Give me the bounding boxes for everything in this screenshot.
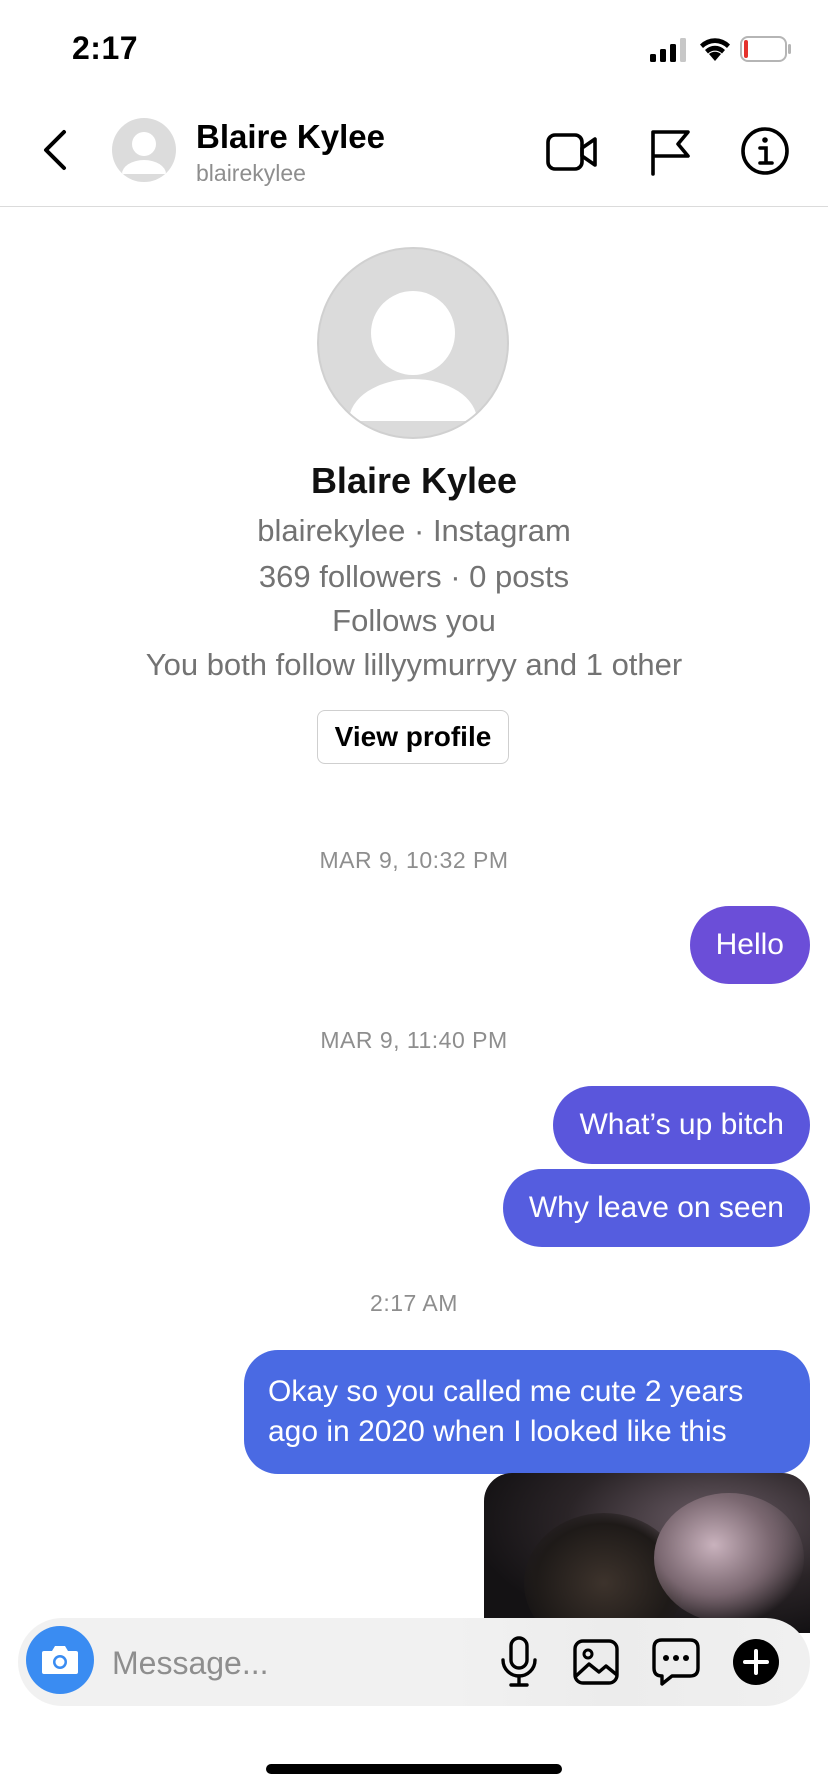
header-avatar[interactable] [112, 118, 176, 182]
profile-stats: 369 followers · 0 posts [258, 559, 570, 594]
sent-message-bubble[interactable]: Hello [689, 906, 810, 984]
sent-photo-message[interactable] [484, 1473, 810, 1633]
sent-message-bubble[interactable]: Okay so you called me cute 2 years ago i… [244, 1350, 810, 1474]
sent-message-bubble[interactable]: What’s up bitch [553, 1086, 810, 1164]
home-indicator[interactable] [266, 1764, 562, 1774]
profile-mutual-followers: You both follow lillyymurryy and 1 other [145, 647, 683, 682]
profile-name: Blaire Kylee [310, 460, 518, 501]
default-avatar-icon [349, 291, 477, 421]
default-avatar-icon [122, 132, 166, 174]
header-contact-username[interactable]: blairekylee [196, 160, 306, 187]
message-timestamp: MAR 9, 10:32 PM [319, 847, 509, 873]
sent-message-bubble[interactable]: Why leave on seen [502, 1169, 810, 1247]
flag-icon[interactable] [648, 128, 692, 176]
back-icon[interactable] [36, 128, 76, 172]
gallery-icon[interactable] [572, 1638, 620, 1686]
plus-icon[interactable] [732, 1638, 780, 1686]
status-bar-time: 2:17 [72, 30, 139, 66]
cellular-signal-icon [650, 38, 686, 62]
info-icon[interactable] [740, 126, 790, 176]
profile-follows-you: Follows you [332, 603, 496, 638]
sticker-icon[interactable] [650, 1636, 702, 1688]
profile-handle: blairekylee · Instagram [257, 513, 571, 548]
photo-content [654, 1493, 804, 1623]
profile-avatar[interactable] [317, 247, 509, 439]
wifi-icon [700, 38, 730, 61]
microphone-icon[interactable] [498, 1636, 540, 1688]
camera-icon [42, 1646, 78, 1674]
view-profile-button[interactable]: View profile [317, 710, 509, 764]
battery-icon [740, 36, 791, 62]
camera-button[interactable] [26, 1626, 94, 1694]
header-contact-name[interactable]: Blaire Kylee [196, 118, 385, 156]
video-call-icon[interactable] [546, 130, 598, 174]
message-timestamp: 2:17 AM [370, 1290, 458, 1316]
message-timestamp: MAR 9, 11:40 PM [320, 1027, 508, 1053]
message-input[interactable] [110, 1636, 474, 1690]
